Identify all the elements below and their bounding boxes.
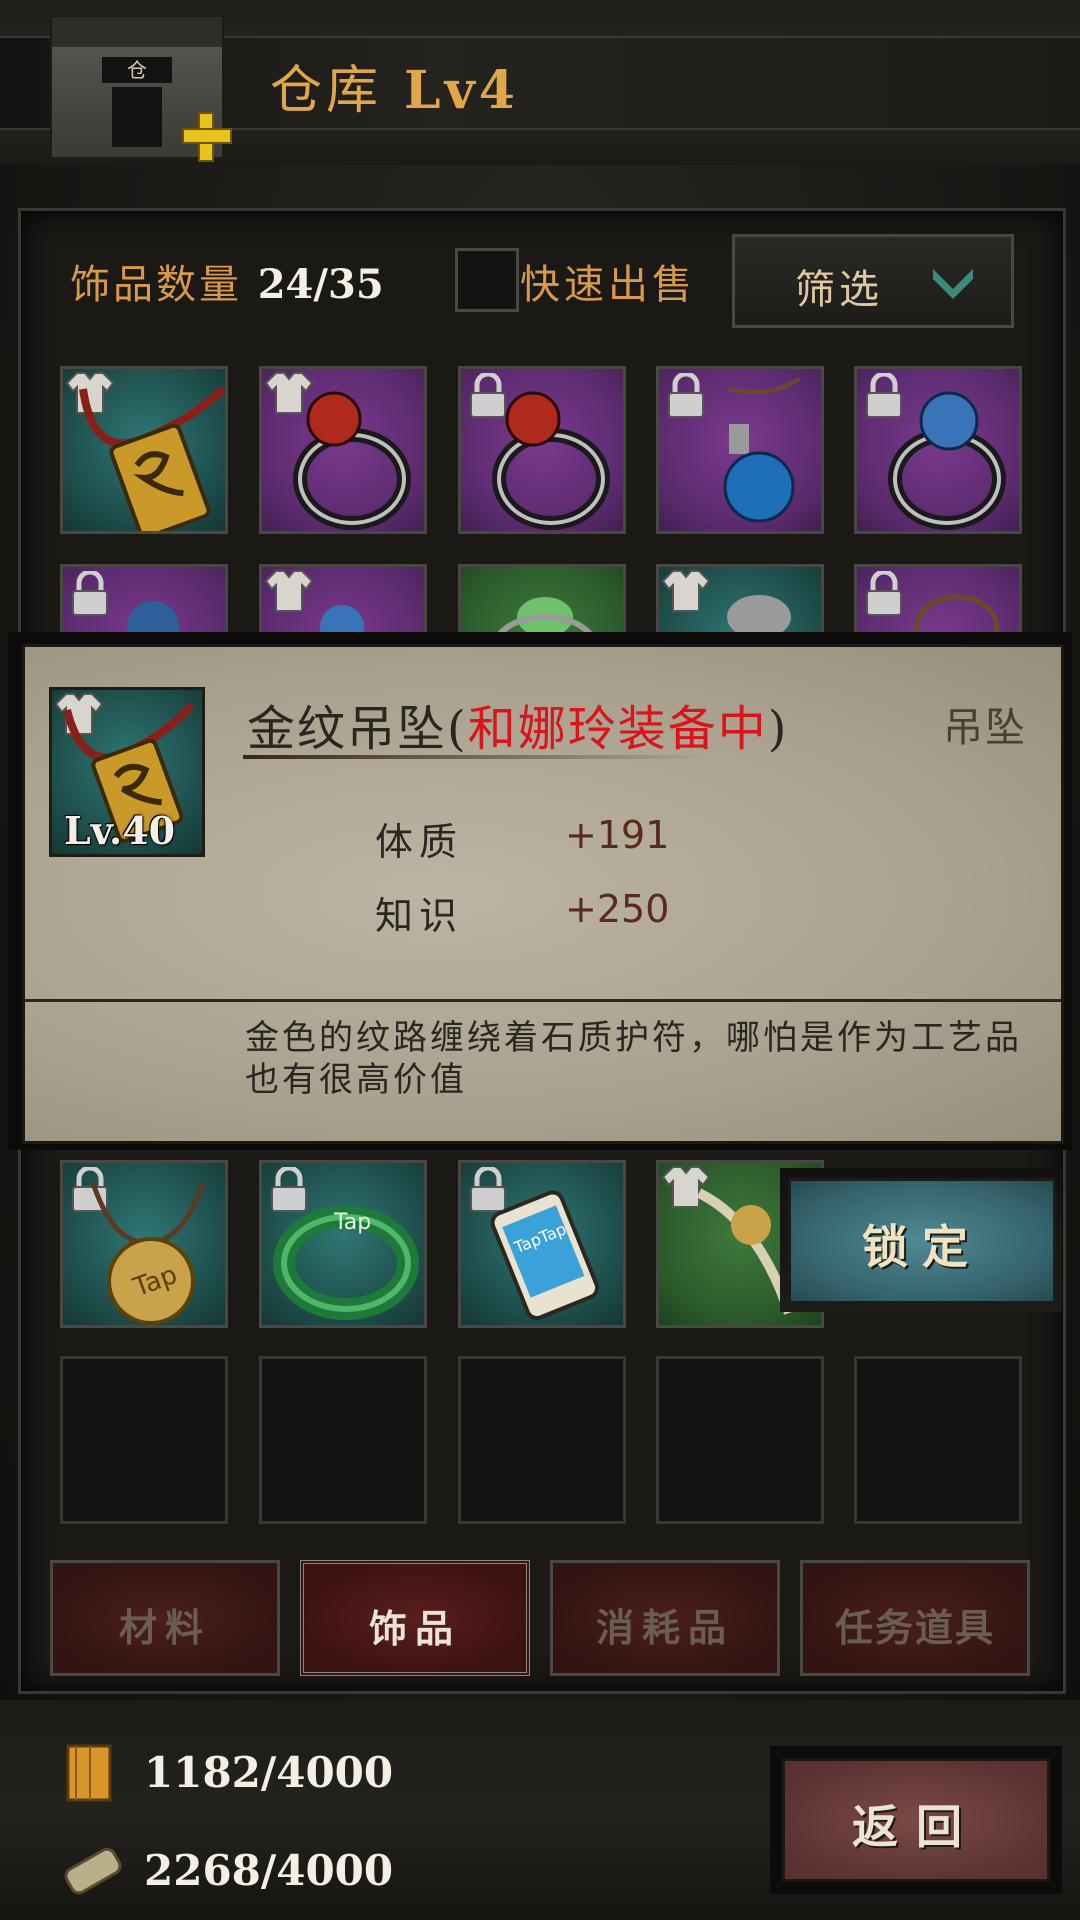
building-door [112, 87, 162, 147]
chevron-down-icon [933, 269, 973, 299]
red-gem-ring-icon [293, 391, 411, 530]
filter-label: 筛选 [795, 267, 883, 313]
empty-slot[interactable] [656, 1356, 824, 1524]
warehouse-level: Lv4 [404, 60, 519, 121]
item-slot[interactable] [458, 366, 626, 534]
item-slot[interactable] [60, 366, 228, 534]
lock-button-face: 锁定 [788, 1178, 1056, 1304]
tab-accessories[interactable]: 饰品 [300, 1560, 530, 1676]
stat-value: +250 [565, 887, 670, 931]
item-slot[interactable]: Tap [259, 1160, 427, 1328]
lock-button[interactable]: 锁定 [780, 1168, 1062, 1312]
jade-tap-ring-icon: Tap [273, 1206, 419, 1320]
red-gem-ring-icon [492, 391, 610, 530]
stat-name: 体质 [375, 820, 464, 864]
quick-sell-checkbox[interactable] [455, 248, 519, 312]
back-button-label: 返回 [852, 1800, 980, 1854]
tab-label: 饰品 [368, 1606, 461, 1651]
tooltip-item-icon: Lv.40 [49, 687, 205, 857]
item-name: 金纹吊坠 [247, 701, 448, 757]
paren-open: ( [447, 701, 468, 757]
item-slot[interactable] [854, 366, 1022, 534]
empty-slot[interactable] [458, 1356, 626, 1524]
blue-gem-ring-icon [888, 391, 1006, 530]
item-count: 饰品数量 24/35 [70, 252, 384, 310]
tap-coin-pendant-icon: Tap [90, 1182, 206, 1325]
scroll-icon [66, 1744, 112, 1802]
tooltip-parchment: Lv.40 金纹吊坠(和娜玲装备中) 吊坠 体质 +191 知识 +250 金色… [22, 644, 1064, 1144]
item-slot[interactable] [656, 366, 824, 534]
taptap-phone-icon: TapTap [490, 1190, 600, 1320]
equipped-status: 和娜玲装备中 [467, 701, 768, 757]
tab-label: 消耗品 [595, 1605, 734, 1650]
title-text: 仓库 [270, 61, 383, 121]
stat-value: +191 [565, 813, 670, 857]
page-title: 仓库 Lv4 [270, 48, 519, 123]
quick-sell-label[interactable]: 快速出售 [520, 252, 696, 310]
filter-button[interactable]: 筛选 [732, 234, 1014, 328]
gold-pendant-icon [79, 386, 225, 531]
back-button[interactable]: 返回 [770, 1746, 1062, 1894]
tab-label: 材料 [118, 1605, 211, 1650]
building-roof [52, 17, 222, 47]
paren-close: ) [767, 701, 789, 757]
resource-2-value: 2268/4000 [144, 1846, 394, 1895]
tooltip-divider [25, 999, 1061, 1002]
empty-slot[interactable] [60, 1356, 228, 1524]
upgrade-plus-icon[interactable] [182, 112, 232, 162]
item-slot[interactable]: TapTap [458, 1160, 626, 1328]
title-underline [243, 755, 713, 759]
tab-materials[interactable]: 材料 [50, 1560, 280, 1676]
tooltip-item-name: 金纹吊坠(和娜玲装备中) [247, 689, 789, 759]
header: 仓 仓库 Lv4 [0, 0, 1080, 165]
back-button-face: 返回 [782, 1758, 1050, 1882]
tab-consumables[interactable]: 消耗品 [550, 1560, 780, 1676]
item-count-label: 饰品数量 [70, 262, 242, 308]
resource-1-value: 1182/4000 [144, 1748, 394, 1797]
parchment-icon [64, 1847, 122, 1895]
lock-button-label: 锁定 [862, 1220, 982, 1274]
empty-slot[interactable] [259, 1356, 427, 1524]
empty-slot[interactable] [854, 1356, 1022, 1524]
tab-label: 任务道具 [834, 1605, 995, 1650]
item-slot[interactable] [259, 366, 427, 534]
item-count-value: 24/35 [257, 261, 384, 308]
stat-name: 知识 [375, 894, 464, 938]
tooltip-item-level: Lv.40 [64, 808, 176, 853]
item-tooltip: Lv.40 金纹吊坠(和娜玲装备中) 吊坠 体质 +191 知识 +250 金色… [8, 632, 1072, 1150]
tooltip-item-type: 吊坠 [943, 705, 1027, 751]
tooltip-description: 金色的纹路缠绕着石质护符，哪怕是作为工艺品也有很高价值 [245, 1018, 1022, 1100]
blue-gem-pendant-icon [723, 377, 801, 523]
building-sign: 仓 [102, 57, 172, 83]
tab-quest-items[interactable]: 任务道具 [800, 1560, 1030, 1676]
jade-ring-text: Tap [333, 1210, 371, 1235]
item-slot[interactable]: Tap [60, 1160, 228, 1328]
